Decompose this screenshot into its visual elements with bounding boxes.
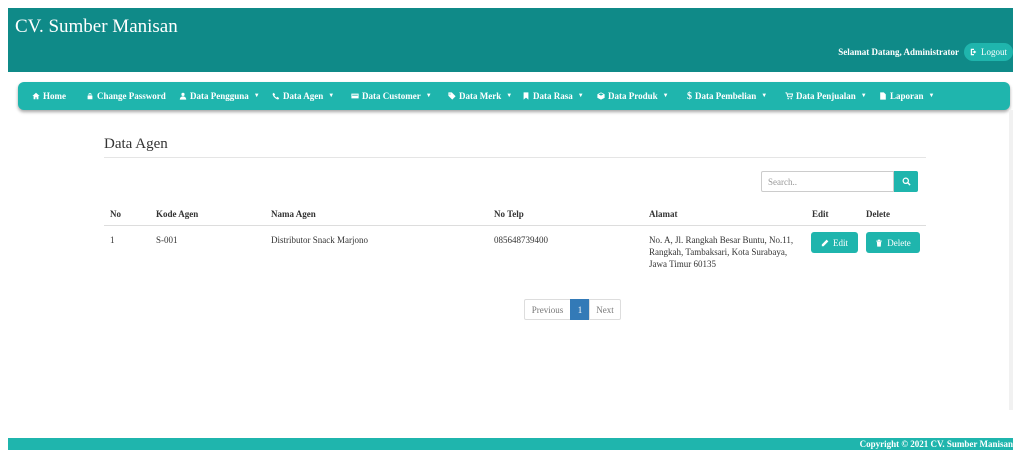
box-icon	[597, 92, 605, 100]
delete-button[interactable]: Delete	[866, 232, 920, 253]
page-title: Data Agen	[104, 136, 168, 152]
footer: Copyright © 2021 CV. Sumber Manisan	[8, 438, 1013, 450]
pagination-previous[interactable]: Previous	[524, 299, 571, 320]
edit-button-label: Edit	[833, 237, 848, 248]
welcome-text: Selamat Datang, Administrator	[838, 47, 959, 57]
search-button[interactable]	[894, 171, 918, 192]
nav-data-rasa-label: Data Rasa	[533, 91, 573, 101]
brand-title: CV. Sumber Manisan	[15, 16, 178, 37]
logout-button[interactable]: Logout	[964, 43, 1013, 61]
phone-icon	[272, 92, 280, 100]
lock-icon	[87, 92, 93, 100]
cell-kode-agen: S-001	[156, 235, 178, 245]
column-header-delete: Delete	[866, 209, 890, 219]
cart-icon	[785, 92, 793, 100]
delete-button-label: Delete	[887, 237, 911, 248]
logout-label: Logout	[981, 47, 1007, 57]
copyright-text: Copyright © 2021 CV. Sumber Manisan	[859, 439, 1013, 449]
nav-laporan[interactable]: Laporan ▼	[879, 82, 934, 110]
cell-nama-agen: Distributor Snack Marjono	[271, 235, 368, 245]
nav-data-penjualan[interactable]: Data Penjualan ▼	[785, 82, 867, 110]
chevron-down-icon: ▼	[506, 93, 513, 99]
pagination-next[interactable]: Next	[589, 299, 621, 320]
chevron-down-icon: ▼	[577, 93, 584, 99]
pencil-icon	[821, 239, 829, 246]
chevron-down-icon: ▼	[253, 93, 260, 99]
column-header-no: No	[110, 209, 121, 219]
nav-change-password-label: Change Password	[97, 91, 166, 101]
trash-icon	[876, 239, 883, 247]
chevron-down-icon: ▼	[860, 93, 867, 99]
user-icon	[179, 92, 187, 100]
nav-data-produk[interactable]: Data Produk ▼	[597, 82, 669, 110]
bookmark-icon	[523, 92, 529, 100]
scrollbar[interactable]	[1009, 110, 1013, 410]
nav-data-merk-label: Data Merk	[459, 91, 502, 101]
card-icon	[351, 93, 359, 99]
nav-change-password[interactable]: Change Password	[86, 82, 166, 110]
cell-no: 1	[110, 235, 115, 245]
nav-data-pembelian-label: Data Pembelian	[695, 91, 757, 101]
file-icon	[880, 92, 886, 100]
column-header-no-telp: No Telp	[494, 209, 524, 219]
nav-data-pengguna-label: Data Pengguna	[190, 91, 249, 101]
sign-out-icon	[970, 48, 977, 56]
column-header-kode-agen: Kode Agen	[156, 209, 199, 219]
search-input[interactable]	[761, 171, 894, 192]
nav-home[interactable]: Home	[32, 82, 66, 110]
edit-button[interactable]: Edit	[811, 232, 858, 253]
table-header-divider	[104, 225, 926, 226]
nav-laporan-label: Laporan	[890, 91, 924, 101]
chevron-down-icon: ▼	[761, 93, 768, 99]
column-header-alamat: Alamat	[649, 209, 678, 219]
main-navbar: Home Change Password Data Pengguna ▼ Dat…	[18, 82, 1010, 110]
nav-home-label: Home	[43, 91, 66, 101]
dollar-icon: $	[687, 90, 692, 102]
home-icon	[32, 92, 40, 100]
divider	[104, 157, 926, 158]
cell-no-telp: 085648739400	[494, 235, 548, 245]
cell-alamat: No. A, Jl. Rangkah Besar Buntu, No.11, R…	[649, 235, 794, 269]
pagination: Previous 1 Next	[524, 299, 621, 320]
nav-data-customer[interactable]: Data Customer ▼	[351, 82, 432, 110]
column-header-edit: Edit	[812, 209, 829, 219]
tag-icon	[448, 92, 456, 100]
pagination-page-1[interactable]: 1	[570, 299, 590, 320]
nav-data-agen-label: Data Agen	[283, 91, 324, 101]
nav-data-pembelian[interactable]: $ Data Pembelian ▼	[687, 82, 767, 110]
nav-data-pengguna[interactable]: Data Pengguna ▼	[179, 82, 260, 110]
search-icon	[902, 177, 911, 186]
nav-data-merk[interactable]: Data Merk ▼	[448, 82, 512, 110]
nav-data-agen[interactable]: Data Agen ▼	[272, 82, 334, 110]
column-header-nama-agen: Nama Agen	[271, 209, 316, 219]
chevron-down-icon: ▼	[662, 93, 669, 99]
chevron-down-icon: ▼	[328, 93, 335, 99]
chevron-down-icon: ▼	[928, 93, 935, 99]
nav-data-penjualan-label: Data Penjualan	[796, 91, 856, 101]
nav-data-produk-label: Data Produk	[608, 91, 658, 101]
nav-data-rasa[interactable]: Data Rasa ▼	[522, 82, 584, 110]
top-header: CV. Sumber Manisan Selamat Datang, Admin…	[8, 8, 1013, 72]
chevron-down-icon: ▼	[425, 93, 432, 99]
nav-data-customer-label: Data Customer	[362, 91, 421, 101]
